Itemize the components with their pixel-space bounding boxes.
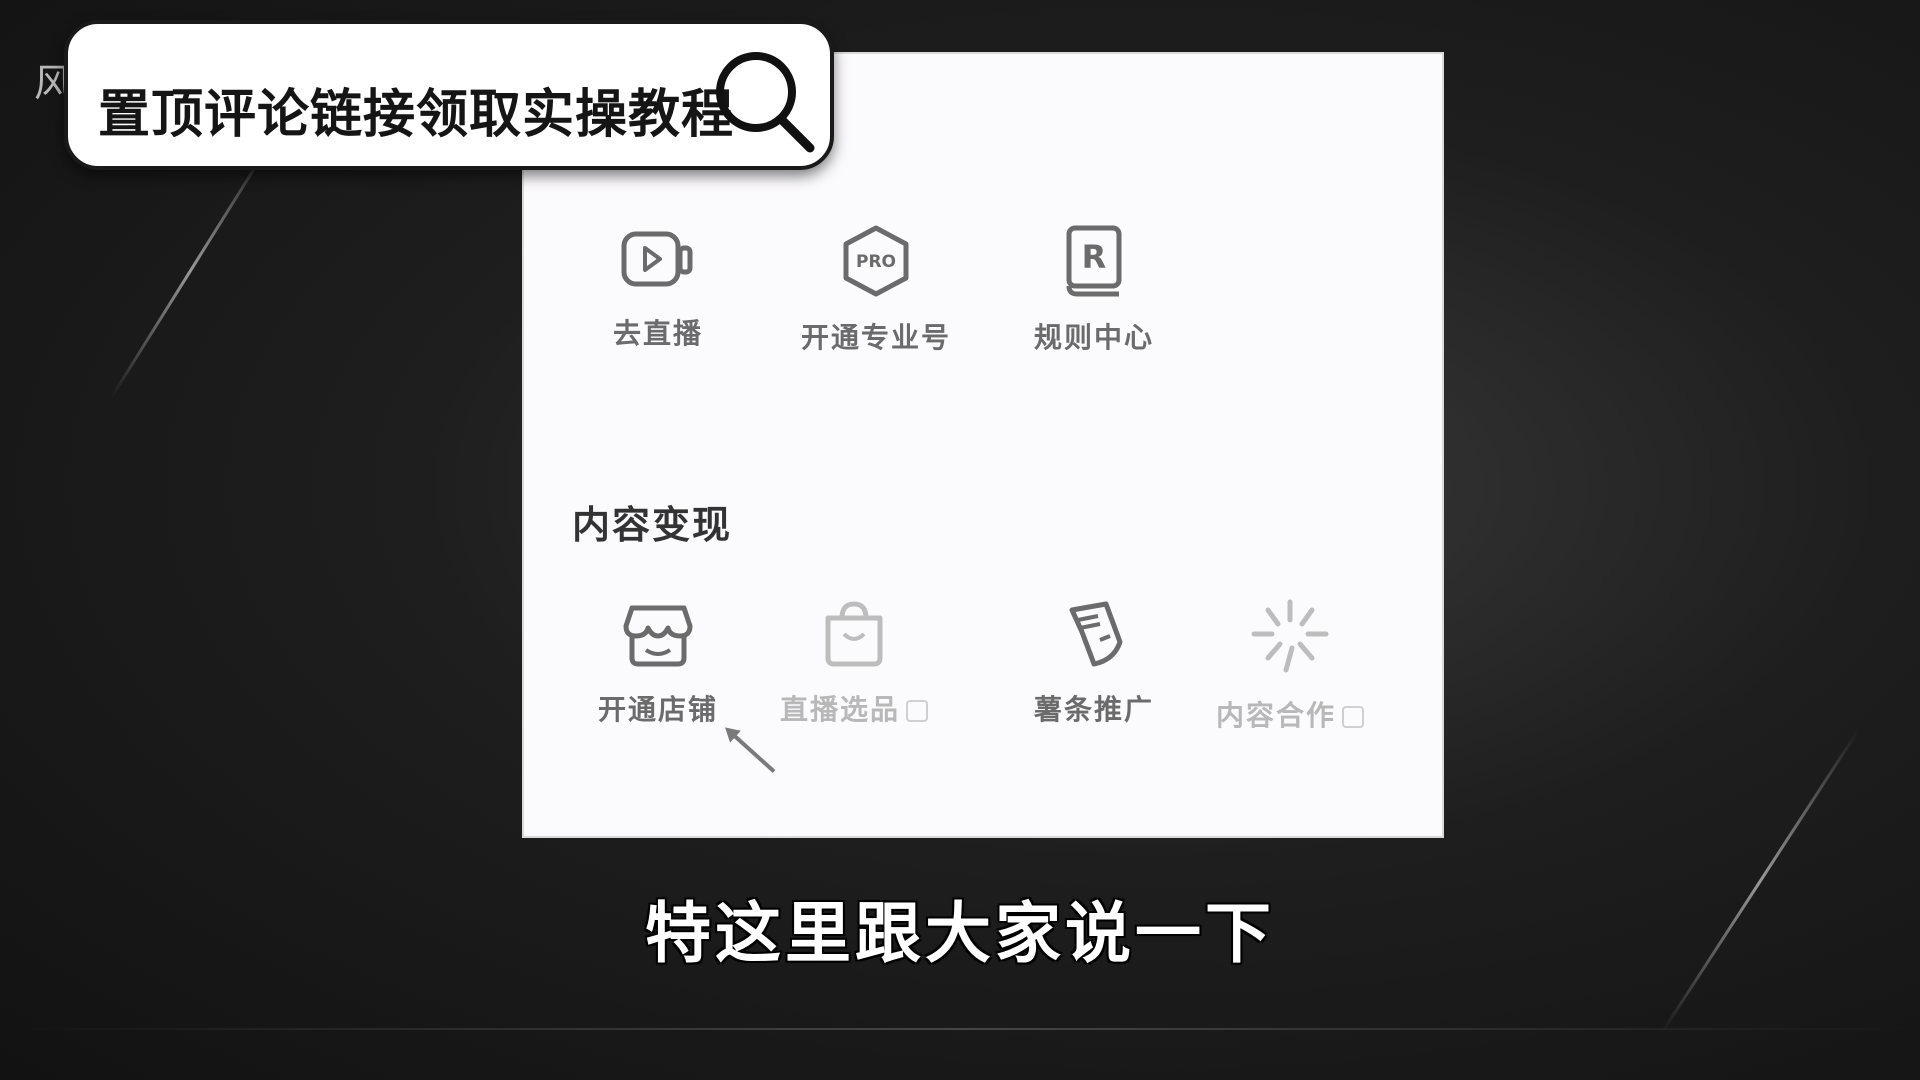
section-title: 内容变现 xyxy=(572,503,733,547)
live-selection-item[interactable]: 直播选品 xyxy=(754,596,954,728)
video-subtitle: 特这里跟大家说一下 xyxy=(645,895,1275,972)
svg-text:PRO: PRO xyxy=(856,252,896,272)
go-live-label: 去直播 xyxy=(612,317,703,350)
fries-promotion-item[interactable]: 薯条推广 xyxy=(994,596,1194,728)
light-streak xyxy=(0,1028,1920,1030)
live-selection-label: 直播选品 xyxy=(779,693,900,726)
rules-book-icon: R xyxy=(1066,225,1122,297)
svg-text:R: R xyxy=(1082,238,1107,276)
live-camera-icon xyxy=(621,231,693,287)
fries-icon xyxy=(1069,601,1123,667)
pro-account-item[interactable]: PRO 开通专业号 xyxy=(776,224,976,356)
banner-title: 置顶评论链接领取实操教程 xyxy=(98,85,735,145)
badge-icon xyxy=(906,700,928,722)
shopping-bag-icon xyxy=(825,601,883,667)
title-banner: 置顶评论链接领取实操教程 xyxy=(64,20,834,170)
sparkle-icon xyxy=(1251,599,1329,673)
pro-badge-icon: PRO xyxy=(843,225,909,297)
search-icon xyxy=(716,52,815,153)
rules-center-label: 规则中心 xyxy=(1033,321,1154,354)
content-cooperation-label: 内容合作 xyxy=(1215,699,1336,732)
badge-icon xyxy=(1342,706,1364,728)
pro-account-label: 开通专业号 xyxy=(800,321,951,354)
go-live-item[interactable]: 去直播 xyxy=(558,224,758,352)
fries-promotion-label: 薯条推广 xyxy=(1033,693,1154,726)
shop-icon xyxy=(623,605,693,667)
light-streak xyxy=(109,143,271,400)
rules-center-item[interactable]: R 规则中心 xyxy=(994,224,1194,356)
content-cooperation-item[interactable]: 内容合作 xyxy=(1190,596,1390,734)
open-shop-item[interactable]: 开通店铺 xyxy=(558,596,758,728)
